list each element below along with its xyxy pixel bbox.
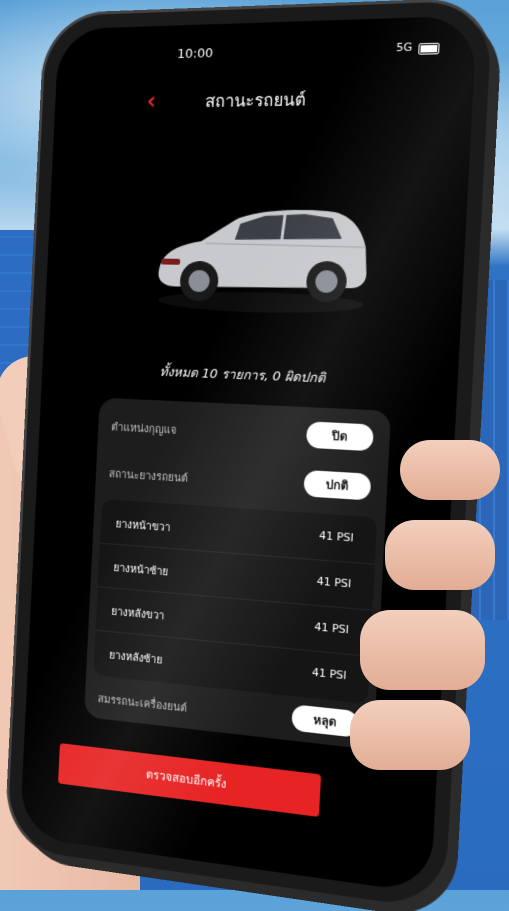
tire-name: ยางหน้าซ้าย bbox=[113, 558, 169, 580]
hand-finger bbox=[350, 700, 470, 770]
tire-pressure: 41 PSI bbox=[314, 620, 349, 636]
page-title: สถานะรถยนต์ bbox=[55, 83, 474, 117]
app-header: ‹ สถานะรถยนต์ bbox=[54, 76, 474, 124]
hand-finger bbox=[385, 520, 495, 590]
key-position-label: ตำแหน่งกุญแจ bbox=[111, 418, 177, 439]
network-indicator: 5G bbox=[396, 40, 413, 54]
tire-name: ยางหลังขวา bbox=[111, 602, 165, 624]
tire-pressure: 41 PSI bbox=[319, 529, 354, 545]
tire-pressure: 41 PSI bbox=[312, 666, 347, 683]
engine-status-badge[interactable]: หลุด bbox=[291, 704, 359, 738]
tire-status-badge[interactable]: ปกติ bbox=[303, 470, 371, 501]
engine-status-label: สมรรถนะเครื่องยนต์ bbox=[97, 689, 187, 716]
status-card: ตำแหน่งกุญแจ ปิด สถานะยางรถยนต์ ปกติ ยาง… bbox=[84, 398, 391, 750]
tire-pressure: 41 PSI bbox=[316, 574, 351, 590]
tire-pressure-list: ยางหน้าขวา 41 PSI ยางหน้าซ้าย 41 PSI ยาง… bbox=[93, 499, 377, 704]
summary-text: ทั้งหมด 10 รายการ, 0 ผิดปกติ bbox=[42, 357, 458, 394]
key-position-row: ตำแหน่งกุญแจ ปิด bbox=[98, 407, 391, 458]
car-image bbox=[146, 194, 377, 318]
tire-name: ยางหน้าขวา bbox=[115, 515, 171, 537]
tire-status-label: สถานะยางรถยนต์ bbox=[108, 464, 188, 486]
tire-name: ยางหลังซ้าย bbox=[109, 646, 163, 669]
key-position-badge[interactable]: ปิด bbox=[306, 421, 374, 451]
battery-icon bbox=[418, 43, 440, 55]
hand-finger bbox=[400, 440, 500, 500]
tire-status-row: สถานะยางรถยนต์ ปกติ bbox=[95, 454, 388, 508]
status-time: 10:00 bbox=[177, 46, 213, 62]
status-bar: 10:00 5G bbox=[57, 39, 476, 70]
hand-finger bbox=[360, 610, 485, 690]
recheck-button[interactable]: ตรวจสอบอีกครั้ง bbox=[58, 743, 321, 817]
